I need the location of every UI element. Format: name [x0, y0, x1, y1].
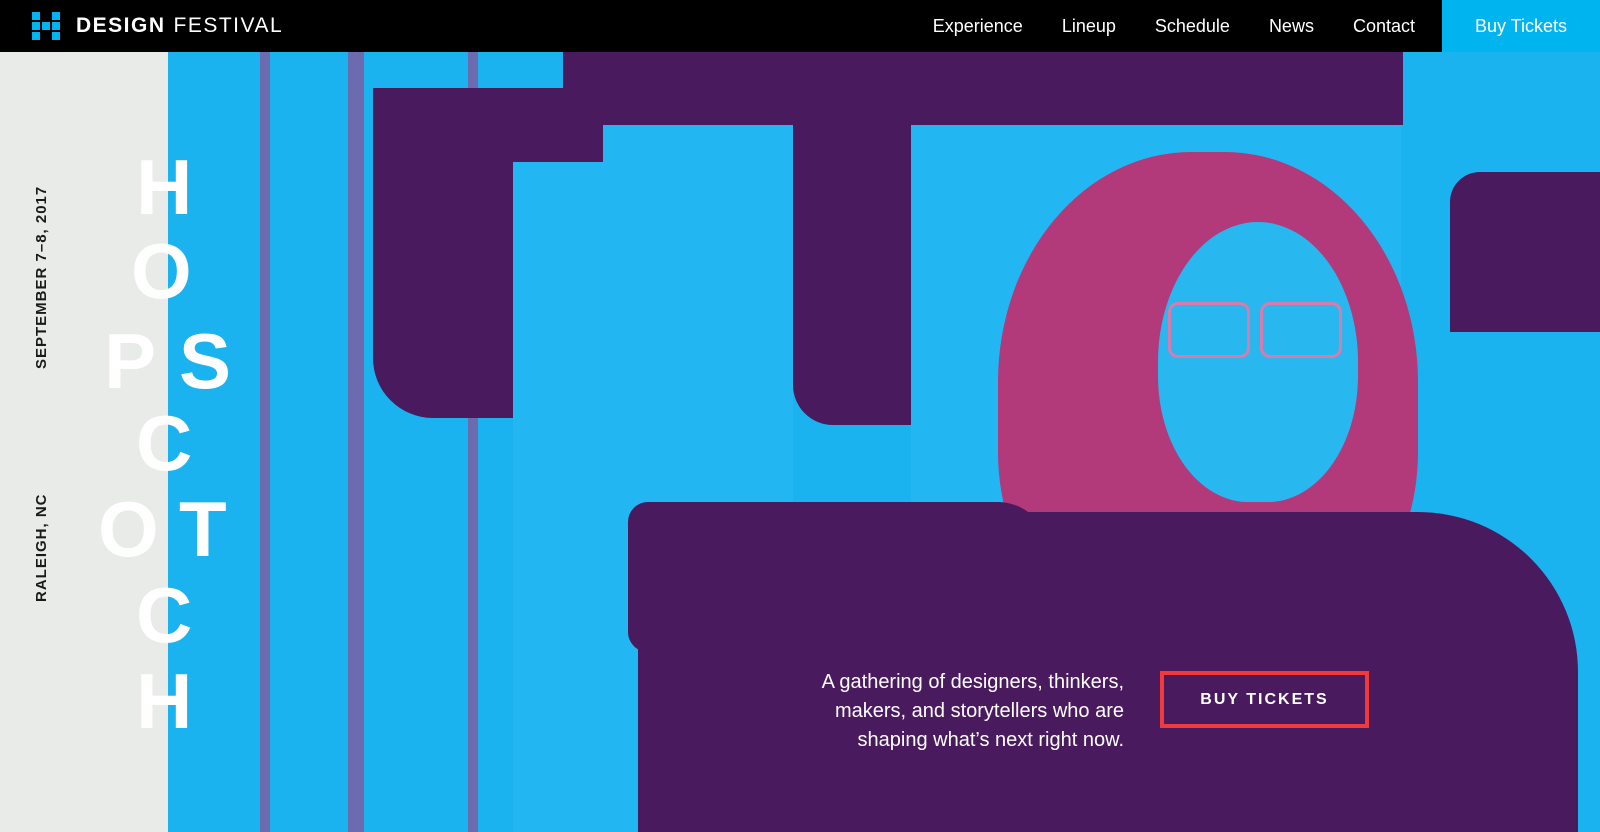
speaker-face: [1158, 222, 1358, 502]
grid-logo-icon: [32, 12, 62, 40]
wordmark-letter: H: [136, 657, 193, 745]
wordmark-letter: P: [104, 317, 157, 405]
event-date: SEPTEMBER 7–8, 2017: [33, 185, 50, 369]
wordmark-letter: C: [136, 571, 193, 659]
speaker-glasses: [1168, 302, 1344, 358]
wordmark-letter: S: [179, 317, 232, 405]
wordmark-letter: O: [98, 485, 159, 573]
top-nav: DESIGN FESTIVAL Experience Lineup Schedul…: [0, 0, 1600, 52]
wordmark-letter: H: [136, 143, 193, 231]
brand-name-light: FESTIVAL: [173, 14, 284, 37]
event-location: RALEIGH, NC: [33, 493, 50, 603]
nav-link-lineup[interactable]: Lineup: [1062, 16, 1116, 37]
wordmark-letter: T: [179, 485, 227, 573]
nav-link-news[interactable]: News: [1269, 16, 1314, 37]
brand-name-bold: DESIGN: [76, 14, 166, 37]
brand-name: DESIGN FESTIVAL: [76, 12, 283, 40]
buy-tickets-button[interactable]: BUY TICKETS: [1160, 671, 1369, 728]
nav-link-schedule[interactable]: Schedule: [1155, 16, 1230, 37]
hero-tagline: A gathering of designers, thinkers, make…: [821, 671, 1124, 751]
wordmark-letter: C: [136, 399, 193, 487]
wordmark-letter: O: [131, 227, 192, 315]
nav-link-contact[interactable]: Contact: [1353, 16, 1415, 37]
nav-links: Experience Lineup Schedule News Contact: [894, 0, 1415, 52]
brand-logo[interactable]: DESIGN FESTIVAL: [32, 12, 283, 40]
nav-buy-tickets-button[interactable]: Buy Tickets: [1442, 0, 1600, 52]
nav-link-experience[interactable]: Experience: [933, 16, 1023, 37]
